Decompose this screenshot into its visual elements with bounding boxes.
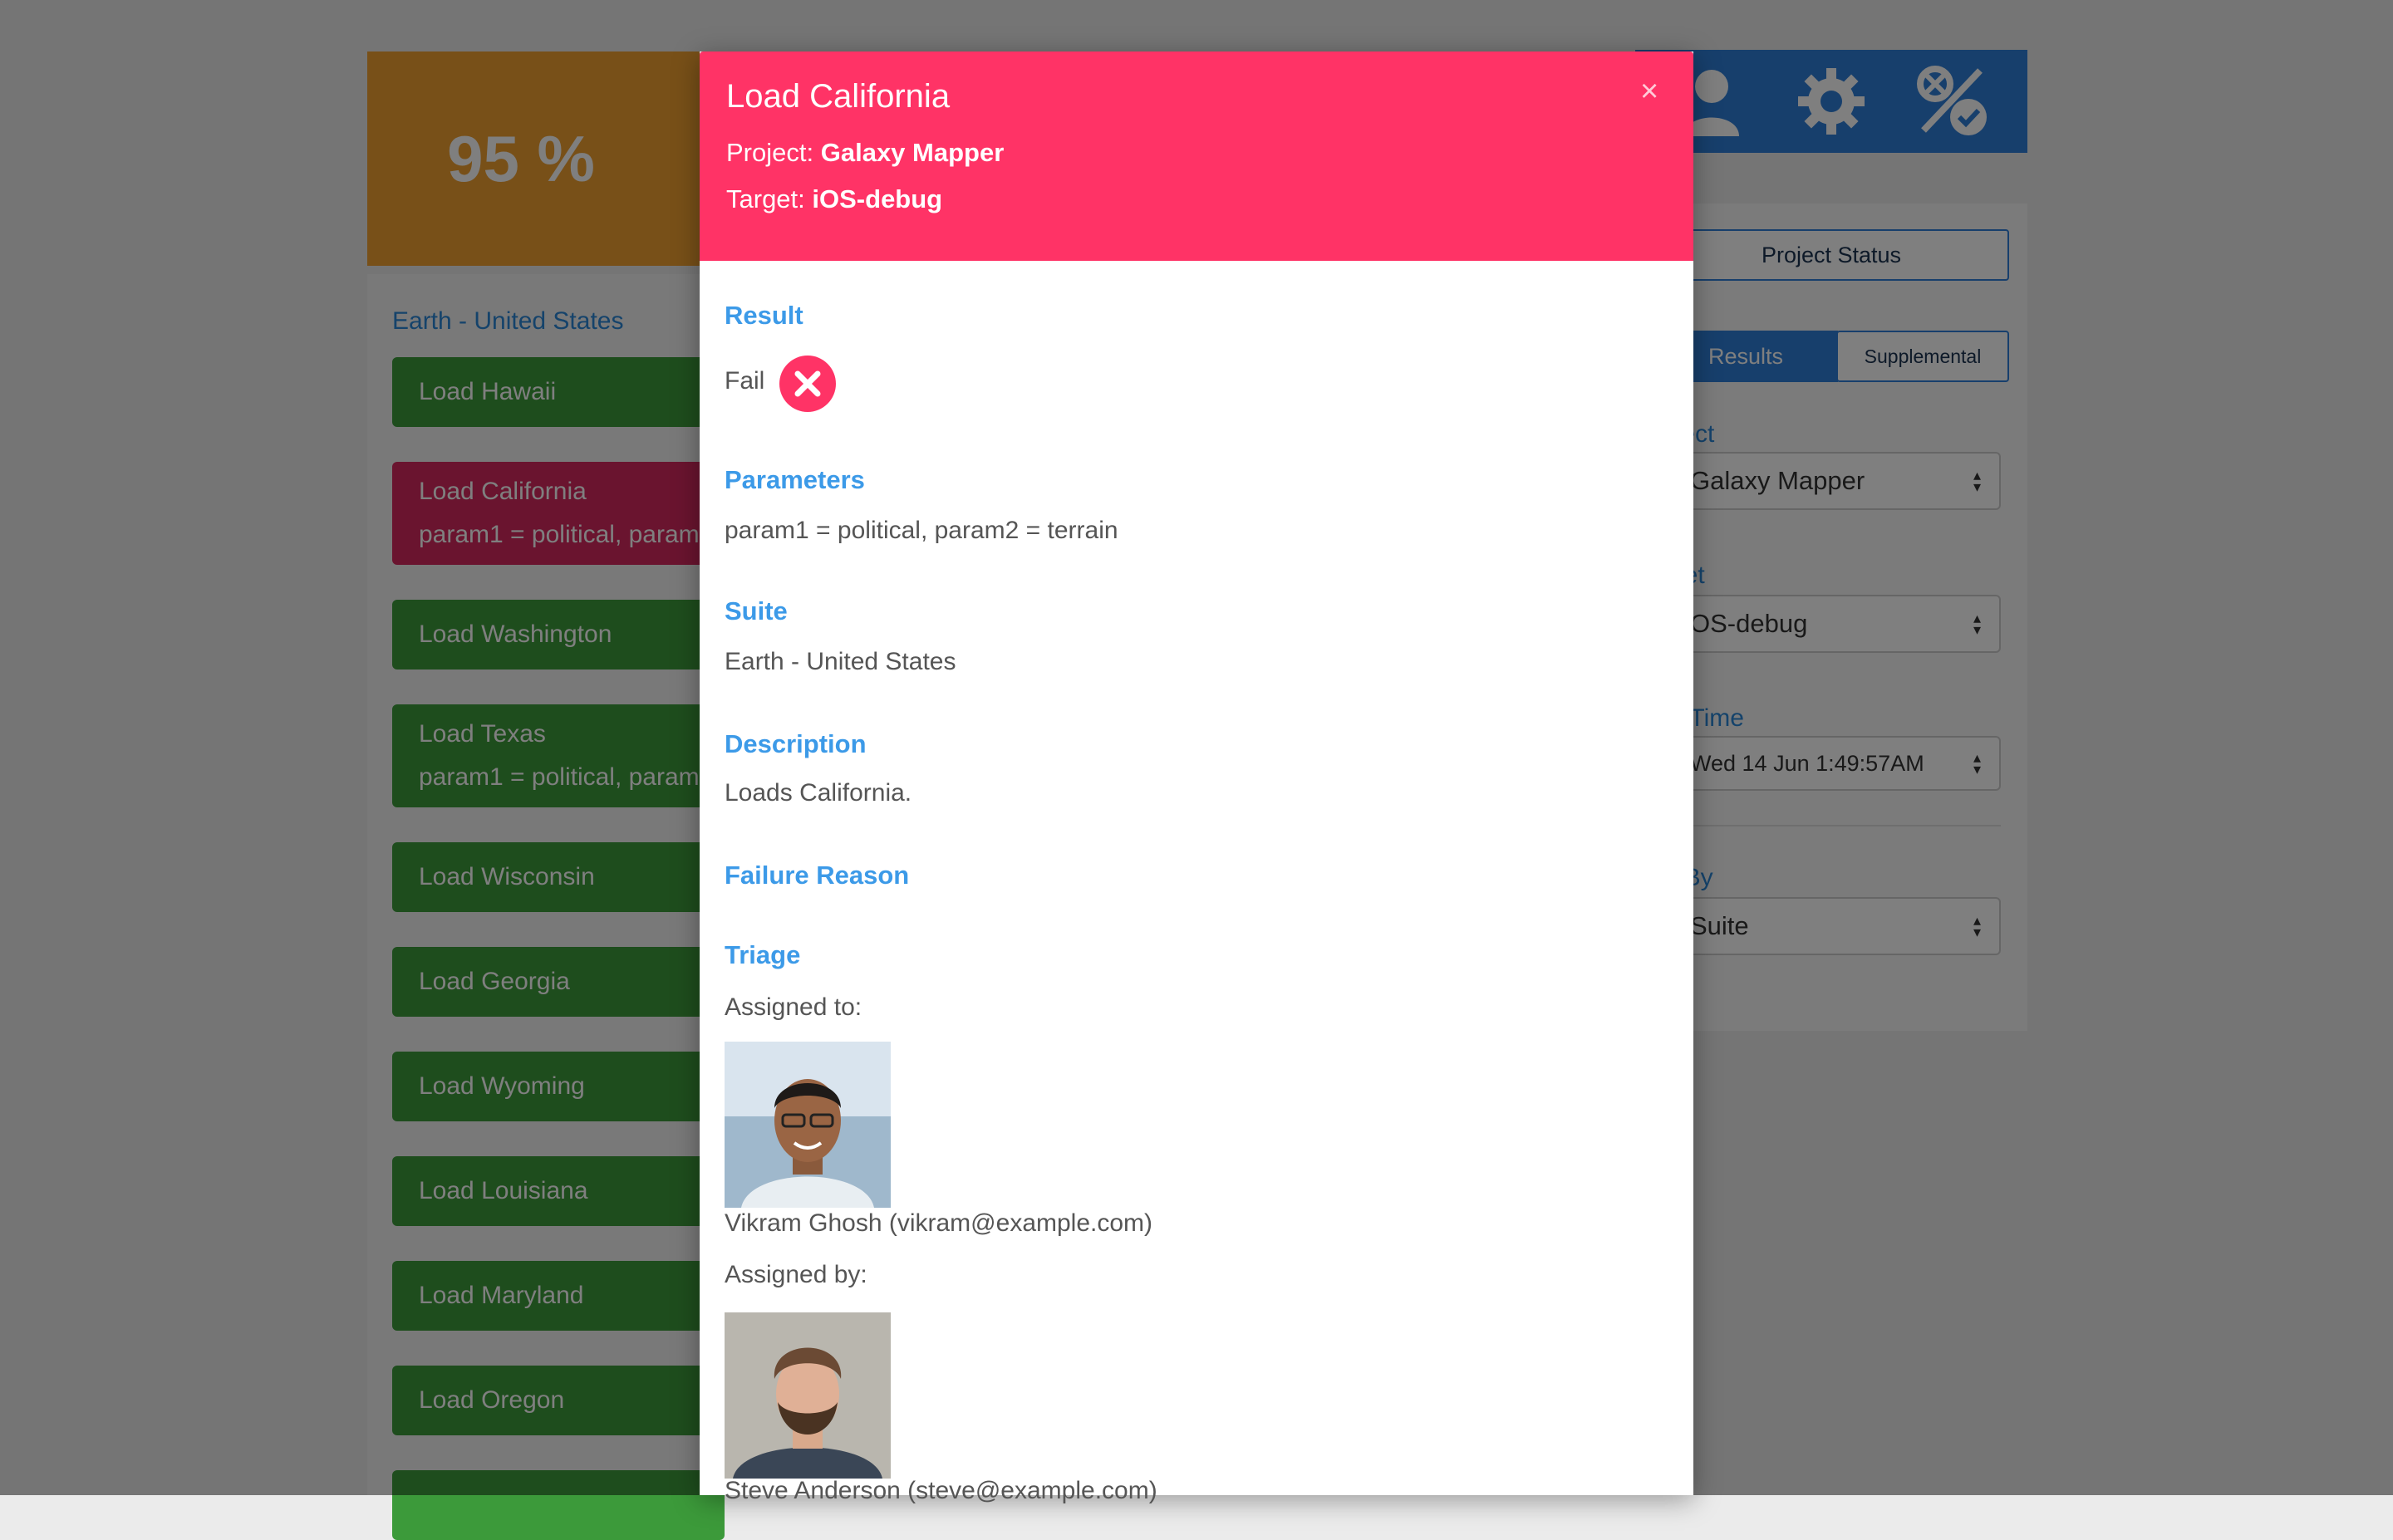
close-icon[interactable]: × (1640, 75, 1658, 108)
project-prefix: Project: (726, 138, 814, 167)
parameters-heading: Parameters (725, 465, 865, 494)
modal-project-line: Project: Galaxy Mapper (726, 138, 1004, 168)
modal-target-line: Target: iOS-debug (726, 184, 942, 214)
assigned-by-label: Assigned by: (725, 1261, 867, 1288)
suite-value: Earth - United States (725, 648, 956, 675)
suite-heading: Suite (725, 596, 788, 625)
assignee-avatar (725, 1042, 891, 1208)
assigner-name: Steve Anderson (steve@example.com) (725, 1477, 1157, 1504)
assignee-name: Vikram Ghosh (vikram@example.com) (725, 1209, 1153, 1237)
result-heading: Result (725, 301, 803, 330)
triage-heading: Triage (725, 940, 801, 969)
assigner-avatar (725, 1312, 891, 1479)
failure-reason-heading: Failure Reason (725, 861, 910, 890)
modal-target-name: iOS-debug (812, 184, 943, 213)
modal-project-name: Galaxy Mapper (820, 138, 1005, 167)
modal-title: Load California (726, 78, 951, 115)
assigned-to-label: Assigned to: (725, 993, 862, 1021)
fail-icon (779, 356, 836, 412)
target-prefix: Target: (726, 184, 805, 213)
result-value: Fail (725, 367, 765, 395)
parameters-value: param1 = political, param2 = terrain (725, 517, 1118, 544)
description-heading: Description (725, 729, 867, 758)
description-value: Loads California. (725, 779, 912, 807)
